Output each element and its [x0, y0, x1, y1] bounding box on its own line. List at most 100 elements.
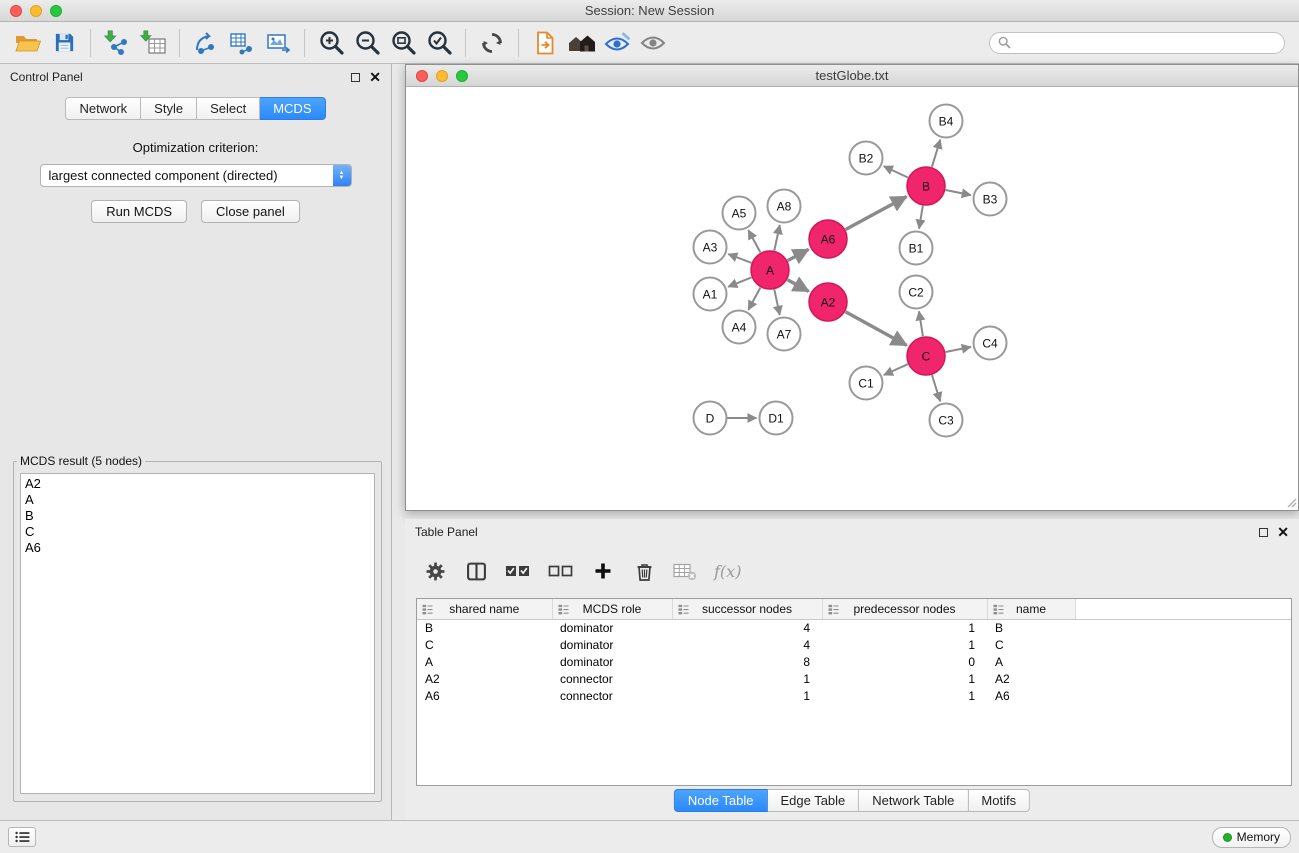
close-network-window-button[interactable]	[416, 70, 428, 82]
zoom-selected-button[interactable]	[421, 27, 457, 59]
minimize-network-window-button[interactable]	[436, 70, 448, 82]
graph-node-B4[interactable]: B4	[930, 105, 963, 138]
column-header-name[interactable]: name	[987, 599, 1075, 619]
tab-motifs[interactable]: Motifs	[968, 789, 1030, 812]
graph-edge-A-A2[interactable]	[788, 280, 809, 292]
table-row[interactable]: A6connector11A6	[417, 687, 1291, 704]
document-export-button[interactable]	[527, 27, 563, 59]
graph-edge-A-A6[interactable]	[788, 249, 809, 260]
graph-node-C2[interactable]: C2	[900, 276, 933, 309]
delete-column-button[interactable]	[632, 557, 656, 585]
graph-edge-A-A8[interactable]	[774, 225, 780, 251]
close-window-button[interactable]	[10, 5, 22, 17]
mcds-result-item[interactable]: B	[21, 508, 374, 524]
table-row[interactable]: Cdominator41C	[417, 636, 1291, 653]
column-header-shared-name[interactable]: shared name	[417, 599, 552, 619]
graph-node-B3[interactable]: B3	[974, 183, 1007, 216]
mcds-result-list[interactable]: A2ABCA6	[20, 473, 375, 794]
import-table-button[interactable]	[135, 27, 171, 59]
delete-table-button[interactable]	[673, 557, 697, 585]
graph-edge-B-B4[interactable]	[932, 140, 940, 167]
graph-edge-C-C3[interactable]	[932, 375, 940, 401]
minimize-window-button[interactable]	[30, 5, 42, 17]
memory-button[interactable]: Memory	[1212, 827, 1291, 848]
table-settings-button[interactable]	[423, 557, 447, 585]
tab-edge-table[interactable]: Edge Table	[767, 789, 859, 812]
graph-edge-A-A7[interactable]	[774, 290, 780, 316]
node-table[interactable]: shared nameMCDS rolesuccessor nodesprede…	[416, 598, 1292, 786]
graph-node-C1[interactable]: C1	[850, 367, 883, 400]
zoom-out-button[interactable]	[349, 27, 385, 59]
float-table-panel-icon[interactable]	[1259, 528, 1268, 537]
table-row[interactable]: A2connector11A2	[417, 670, 1291, 687]
graph-node-B2[interactable]: B2	[850, 142, 883, 175]
tab-node-table[interactable]: Node Table	[674, 789, 768, 812]
graph-edge-A2-C[interactable]	[846, 312, 907, 346]
graph-node-A4[interactable]: A4	[723, 311, 756, 344]
mcds-result-item[interactable]: A6	[21, 540, 374, 556]
function-builder-button[interactable]: f(x)	[714, 557, 741, 585]
mcds-result-item[interactable]: A2	[21, 476, 374, 492]
float-panel-icon[interactable]	[351, 73, 360, 82]
column-header-successor-nodes[interactable]: successor nodes	[672, 599, 822, 619]
save-session-button[interactable]	[46, 27, 82, 59]
network-overview-button[interactable]	[563, 27, 599, 59]
hide-graphics-details-button[interactable]	[635, 27, 671, 59]
show-graphics-details-button[interactable]	[599, 27, 635, 59]
graph-node-A2[interactable]: A2	[809, 283, 847, 321]
tab-select[interactable]: Select	[197, 97, 260, 120]
graph-node-C3[interactable]: C3	[930, 404, 963, 437]
graph-node-C4[interactable]: C4	[974, 327, 1007, 360]
close-panel-icon[interactable]: ✕	[369, 71, 381, 83]
tab-network[interactable]: Network	[65, 97, 141, 120]
export-image-button[interactable]	[260, 27, 296, 59]
graph-edge-B-B2[interactable]	[884, 166, 908, 177]
graph-node-B[interactable]: B	[907, 167, 945, 205]
mcds-result-item[interactable]: C	[21, 524, 374, 540]
graph-edge-C-C4[interactable]	[946, 347, 971, 352]
network-canvas[interactable]: AA1A2A3A4A5A6A7A8BB1B2B3B4CC1C2C3C4DD1	[406, 87, 1298, 509]
apply-layout-button[interactable]	[474, 27, 510, 59]
graph-edge-A-A3[interactable]	[728, 254, 751, 263]
open-session-button[interactable]	[10, 27, 46, 59]
search-input[interactable]	[1016, 36, 1276, 50]
close-table-panel-icon[interactable]: ✕	[1277, 526, 1289, 538]
graph-node-A7[interactable]: A7	[768, 318, 801, 351]
graph-edge-A6-B[interactable]	[846, 197, 907, 230]
graph-edge-A-A5[interactable]	[748, 230, 760, 252]
zoom-in-button[interactable]	[313, 27, 349, 59]
tab-mcds[interactable]: MCDS	[260, 97, 325, 120]
graph-node-A1[interactable]: A1	[694, 278, 727, 311]
graph-node-B1[interactable]: B1	[900, 232, 933, 265]
graph-edge-A-A4[interactable]	[748, 288, 760, 310]
zoom-fit-button[interactable]	[385, 27, 421, 59]
new-network-button[interactable]	[188, 27, 224, 59]
select-all-rows-button[interactable]	[505, 557, 531, 585]
graph-node-A8[interactable]: A8	[768, 190, 801, 223]
zoom-window-button[interactable]	[50, 5, 62, 17]
deselect-all-rows-button[interactable]	[548, 557, 574, 585]
add-column-button[interactable]	[591, 557, 615, 585]
graph-node-D1[interactable]: D1	[760, 402, 793, 435]
tab-style[interactable]: Style	[141, 97, 197, 120]
graph-node-A3[interactable]: A3	[694, 231, 727, 264]
network-window-titlebar[interactable]: testGlobe.txt	[406, 65, 1298, 87]
graph-node-A6[interactable]: A6	[809, 220, 847, 258]
criterion-dropdown[interactable]: largest connected component (directed) ▲…	[40, 164, 352, 187]
graph-edge-B-B1[interactable]	[919, 206, 923, 229]
table-row[interactable]: Bdominator41B	[417, 619, 1291, 636]
graph-node-C[interactable]: C	[907, 337, 945, 375]
graph-edge-B-B3[interactable]	[946, 190, 971, 195]
network-from-table-button[interactable]	[224, 27, 260, 59]
column-header-MCDS-role[interactable]: MCDS role	[552, 599, 672, 619]
task-history-button[interactable]	[8, 827, 36, 847]
show-columns-button[interactable]	[464, 557, 488, 585]
close-panel-button[interactable]: Close panel	[201, 200, 300, 223]
run-mcds-button[interactable]: Run MCDS	[91, 200, 187, 223]
graph-edge-A-A1[interactable]	[728, 277, 751, 286]
graph-edge-C-C1[interactable]	[884, 364, 908, 375]
resize-handle-icon[interactable]	[1286, 497, 1297, 508]
table-row[interactable]: Adominator80A	[417, 653, 1291, 670]
graph-node-A5[interactable]: A5	[723, 197, 756, 230]
graph-node-A[interactable]: A	[751, 251, 789, 289]
